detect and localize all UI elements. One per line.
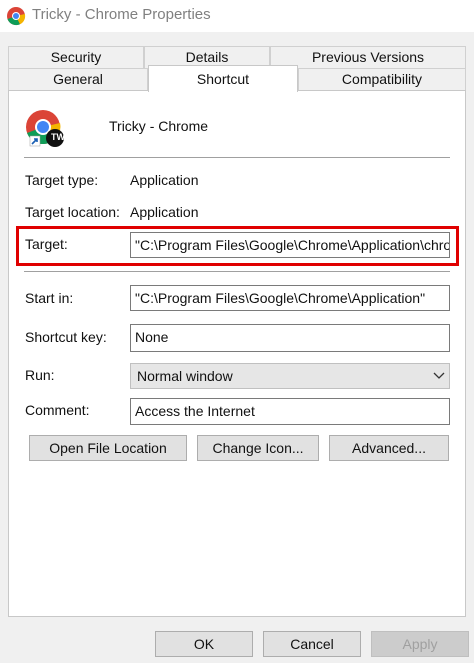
tw-badge: TW xyxy=(51,132,65,142)
window-title: Tricky - Chrome Properties xyxy=(32,6,211,23)
comment-input[interactable]: Access the Internet xyxy=(130,398,450,425)
title-bar: Tricky - Chrome Properties xyxy=(0,0,474,32)
tab-compatibility[interactable]: Compatibility xyxy=(298,68,466,91)
tab-previous-versions[interactable]: Previous Versions xyxy=(270,46,466,68)
run-select-value: Normal window xyxy=(137,368,233,384)
separator xyxy=(24,157,450,158)
chrome-icon xyxy=(7,7,26,26)
target-location-value: Application xyxy=(130,204,199,220)
target-type-value: Application xyxy=(130,172,199,188)
start-in-input[interactable]: "C:\Program Files\Google\Chrome\Applicat… xyxy=(130,285,450,311)
apply-button[interactable]: Apply xyxy=(371,631,469,657)
shortcut-key-label: Shortcut key: xyxy=(25,329,107,345)
separator xyxy=(24,271,450,272)
run-label: Run: xyxy=(25,367,55,383)
tab-security[interactable]: Security xyxy=(8,46,144,68)
chevron-down-icon xyxy=(433,372,445,379)
change-icon-button[interactable]: Change Icon... xyxy=(197,435,319,461)
shortcut-name: Tricky - Chrome xyxy=(109,118,209,134)
comment-label: Comment: xyxy=(25,402,90,418)
tab-shortcut[interactable]: Shortcut xyxy=(148,65,298,92)
shortcut-panel xyxy=(8,90,466,617)
shortcut-key-input[interactable]: None xyxy=(130,324,450,352)
ok-button[interactable]: OK xyxy=(155,631,253,657)
target-type-label: Target type: xyxy=(25,172,99,188)
open-file-location-button[interactable]: Open File Location xyxy=(29,435,187,461)
advanced-button[interactable]: Advanced... xyxy=(329,435,449,461)
run-select[interactable]: Normal window xyxy=(130,363,450,389)
start-in-label: Start in: xyxy=(25,290,74,306)
tab-general[interactable]: General xyxy=(8,68,148,91)
chrome-shortcut-icon xyxy=(26,110,64,147)
cancel-button[interactable]: Cancel xyxy=(263,631,361,657)
target-highlight-box xyxy=(16,226,459,266)
target-location-label: Target location: xyxy=(25,204,120,220)
